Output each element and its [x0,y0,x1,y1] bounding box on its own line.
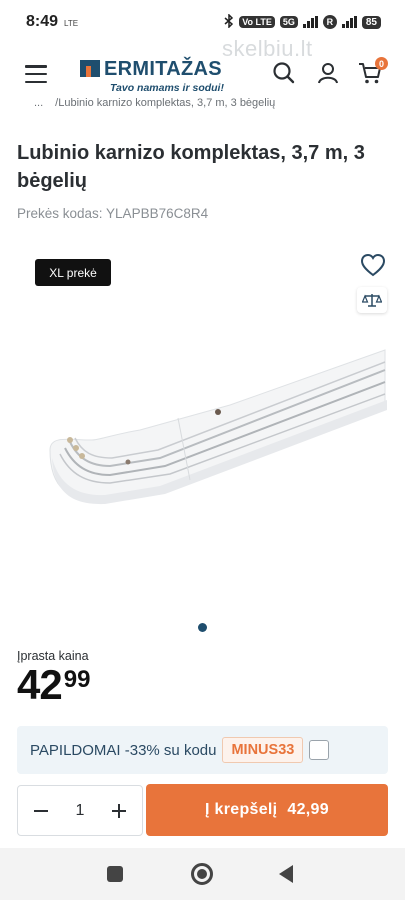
quantity-stepper: 1 [17,785,143,836]
battery-icon: 85 [361,15,381,29]
add-to-cart-button[interactable]: Į krepšelį 42,99 [146,784,388,836]
site-header: ERMITAŽAS Tavo namams ir sodui! 0 [0,48,405,104]
menu-icon[interactable] [25,65,47,83]
quantity-value[interactable]: 1 [76,802,85,820]
signal-strength-2-icon [341,16,357,28]
search-icon[interactable] [271,60,297,86]
status-bar: 8:49 LTE Vo LTE 5G R 85 [0,0,405,44]
account-icon[interactable] [315,60,341,86]
promo-checkbox[interactable] [309,740,330,760]
breadcrumb-ellipsis[interactable]: ... [34,97,43,109]
roaming-icon: R [322,15,337,29]
promo-banner: PAPILDOMAI -33% su kodu MINUS33 [17,726,388,774]
bluetooth-icon [224,12,234,31]
site-logo[interactable]: ERMITAŽAS Tavo namams ir sodui! [80,58,240,94]
cart-icon[interactable]: 0 [357,57,388,86]
decrease-quantity-button[interactable] [28,798,54,824]
product-image[interactable] [30,290,405,570]
product-price: 42 99 [17,662,90,708]
increase-quantity-button[interactable] [106,798,132,824]
carousel-dot[interactable] [198,623,207,632]
add-to-cart-label: Į krepšelį [205,801,278,818]
status-time: 8:49 [26,13,59,30]
volte-icon: Vo LTE [239,16,275,28]
signal-strength-icon [302,16,318,28]
system-nav-bar [0,848,405,900]
logo-text: ERMITAŽAS [104,58,222,80]
network-type-icon: 5G [279,16,298,28]
logo-mark-icon [80,60,100,77]
cart-count-badge: 0 [375,57,388,70]
recent-apps-icon[interactable] [107,866,123,882]
lte-indicator: LTE [64,18,79,28]
status-icons: Vo LTE 5G R 85 [224,12,381,31]
back-icon[interactable] [279,865,293,883]
logo-tagline: Tavo namams ir sodui! [110,82,224,94]
product-title: Lubinio karnizo komplektas, 3,7 m, 3 bėg… [17,142,365,192]
add-to-cart-price: 42,99 [287,801,329,818]
price-integer: 42 [17,661,63,708]
home-icon[interactable] [191,863,213,885]
wishlist-heart-icon[interactable] [359,252,387,278]
xl-item-badge: XL prekė [35,259,111,286]
breadcrumb: ... /Lubinio karnizo komplektas, 3,7 m, 3… [34,97,275,111]
price-decimal: 99 [63,666,91,693]
product-sku: Prekės kodas: YLAPBB76C8R4 [17,206,209,221]
promo-code[interactable]: MINUS33 [222,737,304,763]
compare-scale-icon[interactable] [357,287,387,313]
promo-text: PAPILDOMAI -33% su kodu [30,741,217,759]
breadcrumb-current: /Lubinio karnizo komplektas, 3,7 m, 3 bė… [55,97,276,109]
